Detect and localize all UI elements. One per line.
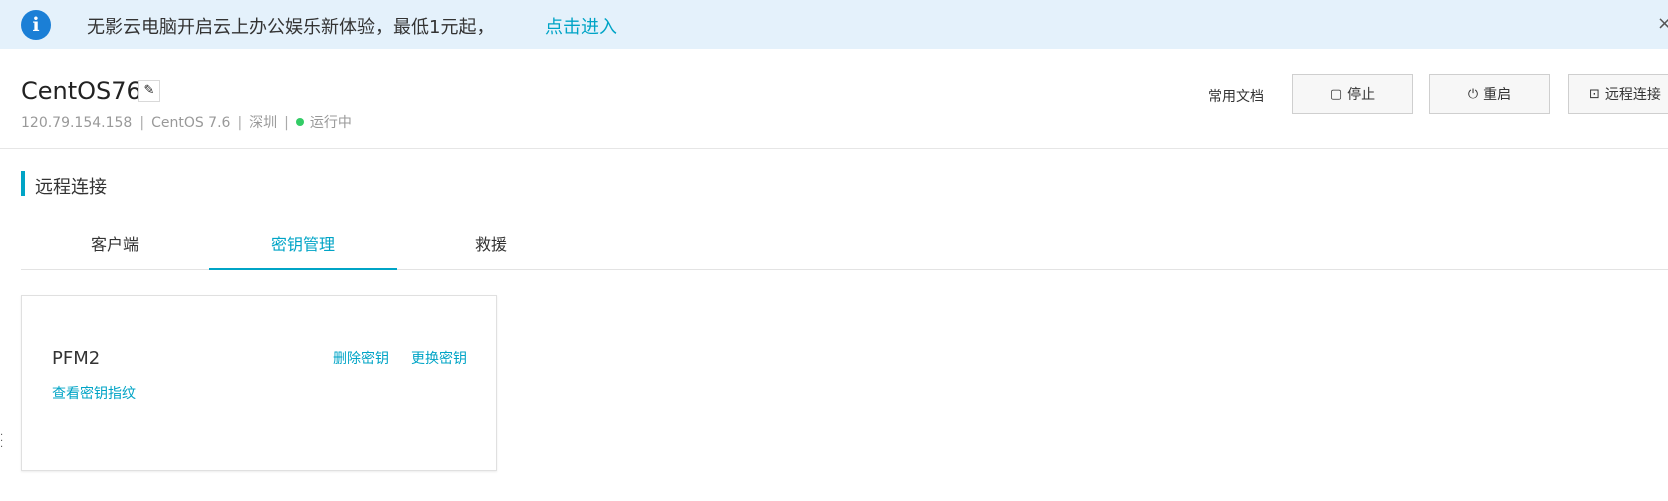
status-dot-icon xyxy=(295,118,304,126)
remote-label: 远程连接 xyxy=(1604,87,1661,103)
replace-key-link[interactable]: 更换密钥 xyxy=(411,348,467,368)
edit-icon[interactable]: ✎ xyxy=(138,80,160,102)
tab-client[interactable]: 客户端 xyxy=(21,225,209,270)
tab-key-management[interactable]: 密钥管理 xyxy=(209,225,397,270)
instance-header: CentOS76 ✎ 120.79.154.158 | CentOS 7.6 | 深圳 |… xyxy=(0,49,1668,149)
power-icon: ⏻ xyxy=(1467,86,1479,102)
banner-enter-link[interactable]: 点击进入 xyxy=(545,13,617,39)
instance-meta: 120.79.154.158 | CentOS 7.6 | 深圳 | 运行中 xyxy=(21,115,352,131)
stop-button[interactable]: ▢ 停止 xyxy=(1292,74,1413,114)
stop-label: 停止 xyxy=(1347,87,1376,103)
restart-label: 重启 xyxy=(1483,87,1512,103)
common-docs-link[interactable]: 常用文档 xyxy=(1208,86,1264,106)
notice-banner: i 无影云电脑开启云上办公娱乐新体验，最低1元起， 点击进入 × xyxy=(0,0,1668,49)
square-icon: ▢ xyxy=(1329,86,1343,102)
instance-ip: 120.79.154.158 xyxy=(21,115,133,131)
section-title: 远程连接 xyxy=(35,177,107,198)
remote-connect-button[interactable]: ⊡ 远程连接 xyxy=(1568,74,1668,114)
terminal-icon: ⊡ xyxy=(1589,86,1600,102)
tab-bar: 客户端 密钥管理 救援 xyxy=(21,225,1668,270)
key-card: PFM2 删除密钥 更换密钥 查看密钥指纹 xyxy=(21,295,497,471)
banner-message: 无影云电脑开启云上办公娱乐新体验，最低1元起， xyxy=(87,17,495,38)
key-name: PFM2 xyxy=(52,348,101,369)
drag-handle-icon[interactable]: · · · xyxy=(0,431,3,453)
instance-os: CentOS 7.6 xyxy=(151,115,231,131)
view-fingerprint-link[interactable]: 查看密钥指纹 xyxy=(52,383,136,403)
delete-key-link[interactable]: 删除密钥 xyxy=(333,348,389,368)
close-icon[interactable]: × xyxy=(1657,13,1668,34)
status-badge: 运行中 xyxy=(309,115,352,131)
instance-region: 深圳 xyxy=(249,115,278,131)
section-accent-bar xyxy=(21,171,25,196)
restart-button[interactable]: ⏻ 重启 xyxy=(1429,74,1550,114)
info-icon: i xyxy=(21,10,51,40)
tab-rescue[interactable]: 救援 xyxy=(397,225,585,270)
instance-title: CentOS76 xyxy=(21,77,142,105)
